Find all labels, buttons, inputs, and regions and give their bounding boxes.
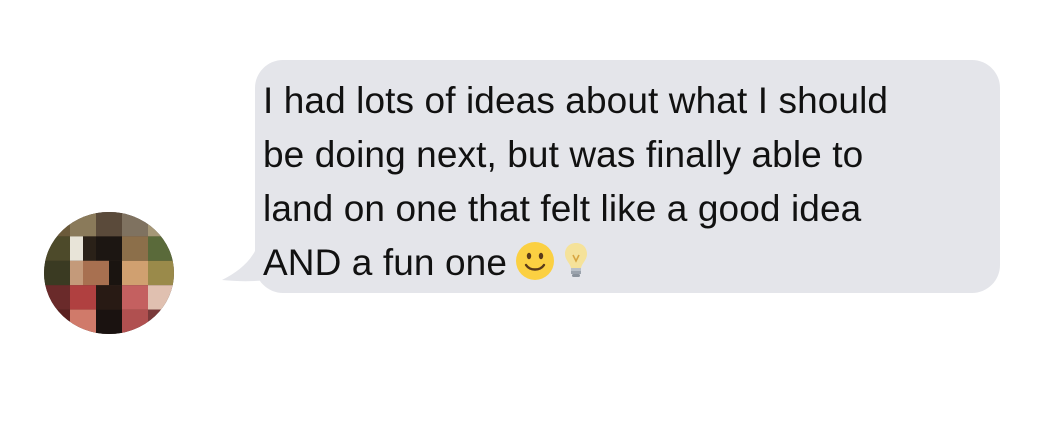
message-text: I had lots of ideas about what I should … [263, 74, 990, 290]
message-bubble[interactable]: I had lots of ideas about what I should … [255, 60, 1000, 293]
chat-message: I had lots of ideas about what I should … [0, 0, 1059, 439]
message-line: land on one that felt like a good idea [263, 188, 862, 229]
light-bulb-icon [563, 241, 589, 281]
message-line: I had lots of ideas about what I should [263, 80, 889, 121]
avatar[interactable] [44, 212, 174, 334]
message-line: be doing next, but was finally able to [263, 134, 864, 175]
slightly-smiling-face-icon [515, 241, 555, 281]
avatar-pixelated-photo [44, 212, 174, 334]
message-line: AND a fun one [263, 242, 508, 283]
